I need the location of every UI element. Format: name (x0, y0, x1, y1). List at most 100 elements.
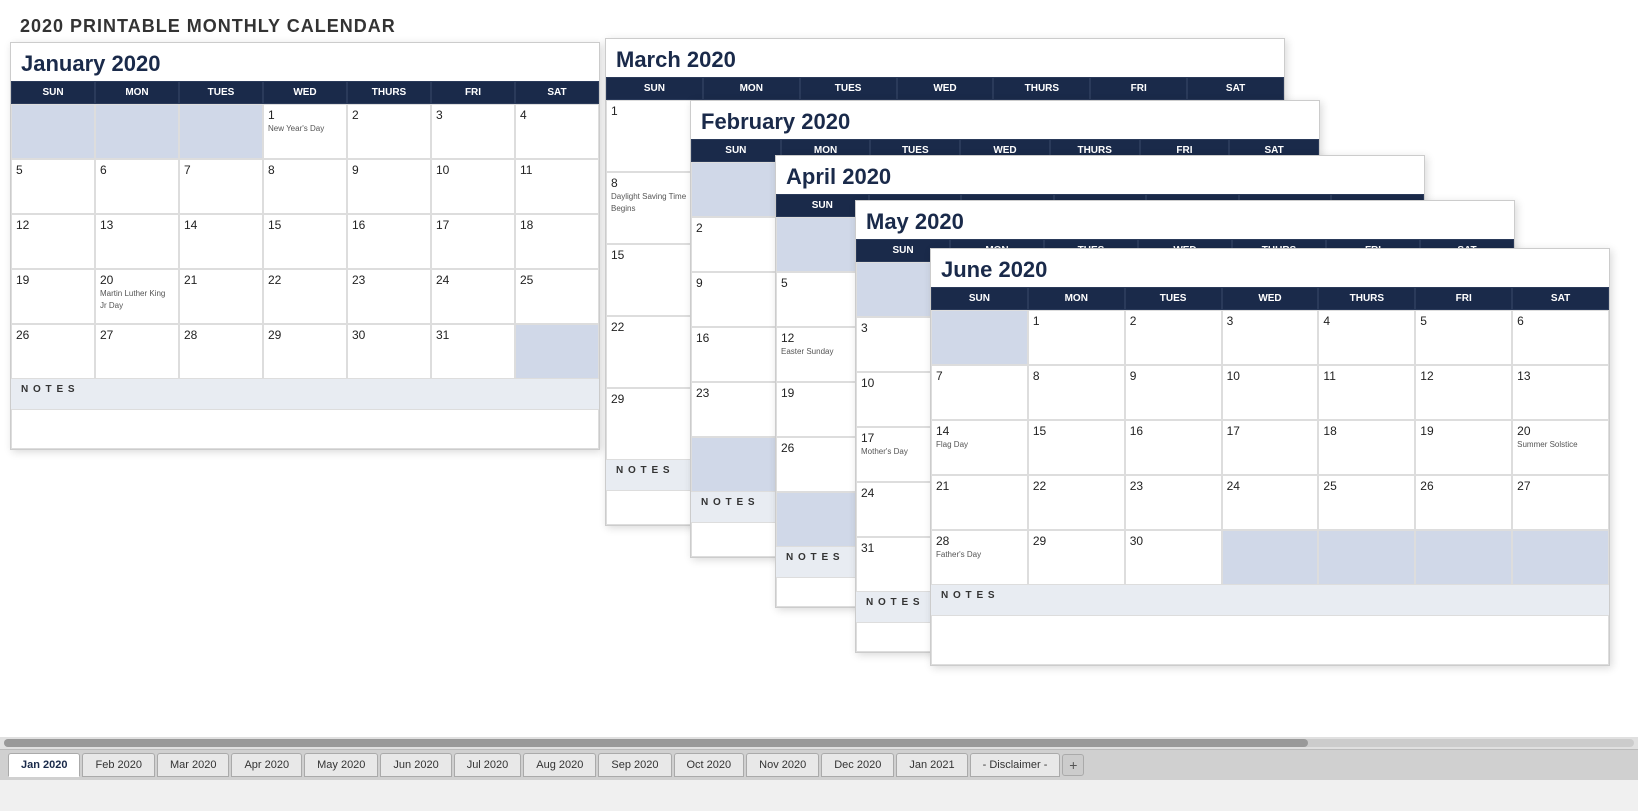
scrollbar-track[interactable] (4, 739, 1634, 747)
table-row: 29 (606, 388, 703, 460)
table-row (1512, 530, 1609, 585)
table-row: 15 (606, 244, 703, 316)
table-row: 23 (691, 382, 781, 437)
table-row (691, 162, 781, 217)
table-row: 19 (11, 269, 95, 324)
table-row: 26 (11, 324, 95, 379)
table-row: 15 (1028, 420, 1125, 475)
march-header: SUN MON TUES WED THURS FRI SAT (606, 77, 1284, 100)
table-row: 3 (431, 104, 515, 159)
tab-feb-2020[interactable]: Feb 2020 (82, 753, 154, 777)
table-row: 28 (179, 324, 263, 379)
table-row: 11 (1318, 365, 1415, 420)
table-row: 29 (1028, 530, 1125, 585)
table-row: 1 (1028, 310, 1125, 365)
table-row: 10 (431, 159, 515, 214)
table-row: 15 (263, 214, 347, 269)
table-row: 13 (95, 214, 179, 269)
june-title: June 2020 (931, 249, 1609, 287)
horizontal-scrollbar[interactable] (0, 737, 1638, 749)
tab-oct-2020[interactable]: Oct 2020 (674, 753, 745, 777)
table-row: 6 (95, 159, 179, 214)
june-header: SUN MON TUES WED THURS FRI SAT (931, 287, 1609, 310)
table-row: 6 (1512, 310, 1609, 365)
table-row (11, 104, 95, 159)
table-row: 8Daylight Saving Time Begins (606, 172, 703, 244)
tab-jan-2021[interactable]: Jan 2021 (896, 753, 967, 777)
tab-nov-2020[interactable]: Nov 2020 (746, 753, 819, 777)
january-grid: 1New Year's Day 2 3 4 5 6 7 8 9 10 11 12… (11, 104, 599, 379)
table-row (179, 104, 263, 159)
table-row (515, 324, 599, 379)
tab-may-2020[interactable]: May 2020 (304, 753, 378, 777)
tab-dec-2020[interactable]: Dec 2020 (821, 753, 894, 777)
table-row: 16 (691, 327, 781, 382)
table-row: 1 (606, 100, 703, 172)
table-row: 30 (347, 324, 431, 379)
table-row: 22 (1028, 475, 1125, 530)
table-row: 3 (1222, 310, 1319, 365)
add-tab-button[interactable]: + (1062, 754, 1084, 776)
table-row: 13 (1512, 365, 1609, 420)
table-row: 18 (515, 214, 599, 269)
table-row: 7 (179, 159, 263, 214)
tab-jan-2020[interactable]: Jan 2020 (8, 753, 80, 777)
january-notes: N O T E S (11, 379, 599, 409)
tab-disclaimer[interactable]: - Disclaimer - (970, 753, 1061, 777)
table-row: 9 (347, 159, 431, 214)
table-row: 11 (515, 159, 599, 214)
table-row: 8 (1028, 365, 1125, 420)
table-row: 22 (263, 269, 347, 324)
table-row: 20Martin Luther King Jr Day (95, 269, 179, 324)
table-row: 2 (347, 104, 431, 159)
table-row: 1New Year's Day (263, 104, 347, 159)
tab-jun-2020[interactable]: Jun 2020 (380, 753, 451, 777)
table-row: 27 (95, 324, 179, 379)
table-row: 17 (431, 214, 515, 269)
table-row: 8 (263, 159, 347, 214)
table-row (1318, 530, 1415, 585)
june-grid: 1 2 3 4 5 6 7 8 9 10 11 12 13 14Flag Day… (931, 310, 1609, 585)
tab-apr-2020[interactable]: Apr 2020 (231, 753, 302, 777)
table-row: 27 (1512, 475, 1609, 530)
table-row: 2 (1125, 310, 1222, 365)
table-row: 30 (1125, 530, 1222, 585)
table-row: 19 (1415, 420, 1512, 475)
april-title: April 2020 (776, 156, 1424, 194)
table-row: 25 (515, 269, 599, 324)
february-title: February 2020 (691, 101, 1319, 139)
table-row: 28Father's Day (931, 530, 1028, 585)
table-row: 24 (1222, 475, 1319, 530)
table-row: 29 (263, 324, 347, 379)
table-row (1222, 530, 1319, 585)
june-notes: N O T E S (931, 585, 1609, 615)
table-row: 21 (179, 269, 263, 324)
table-row: 5 (11, 159, 95, 214)
scrollbar-thumb[interactable] (4, 739, 1308, 747)
table-row (95, 104, 179, 159)
table-row: 7 (931, 365, 1028, 420)
tab-sep-2020[interactable]: Sep 2020 (598, 753, 671, 777)
table-row: 25 (1318, 475, 1415, 530)
table-row: 23 (347, 269, 431, 324)
june-calendar: June 2020 SUN MON TUES WED THURS FRI SAT… (930, 248, 1610, 666)
table-row: 23 (1125, 475, 1222, 530)
table-row: 18 (1318, 420, 1415, 475)
table-row: 24 (431, 269, 515, 324)
table-row: 16 (347, 214, 431, 269)
tab-aug-2020[interactable]: Aug 2020 (523, 753, 596, 777)
table-row: 9 (691, 272, 781, 327)
january-header: SUN MON TUES WED THURS FRI SAT (11, 81, 599, 104)
table-row: 14 (179, 214, 263, 269)
january-calendar: January 2020 SUN MON TUES WED THURS FRI … (10, 42, 600, 450)
table-row: 17 (1222, 420, 1319, 475)
tab-jul-2020[interactable]: Jul 2020 (454, 753, 522, 777)
table-row: 16 (1125, 420, 1222, 475)
table-row: 31 (431, 324, 515, 379)
table-row: 4 (515, 104, 599, 159)
may-title: May 2020 (856, 201, 1514, 239)
tab-mar-2020[interactable]: Mar 2020 (157, 753, 229, 777)
table-row: 14Flag Day (931, 420, 1028, 475)
table-row: 26 (1415, 475, 1512, 530)
table-row: 5 (1415, 310, 1512, 365)
